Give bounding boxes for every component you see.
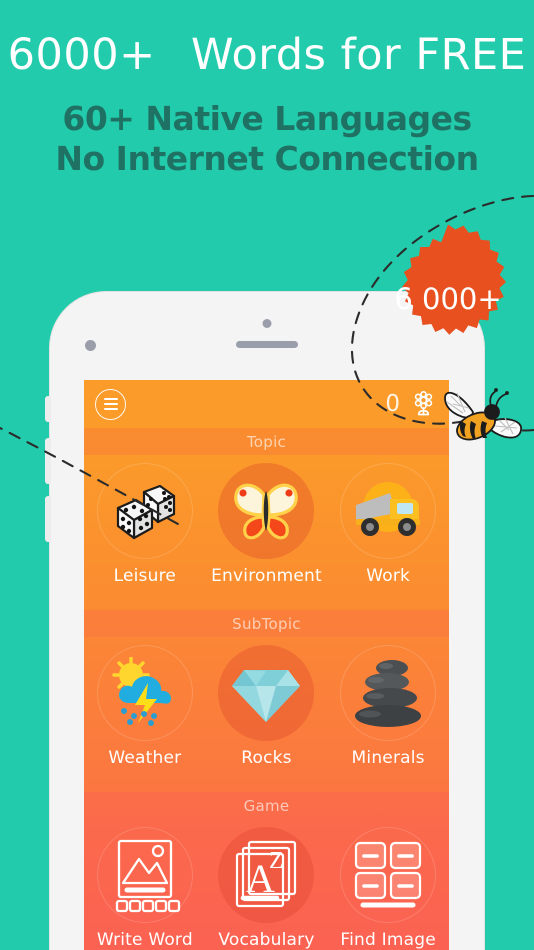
grid-item-label: Weather	[108, 748, 182, 768]
diamond-icon	[232, 670, 301, 722]
score-counter: 0	[385, 390, 400, 417]
grid-item-environment[interactable]: Environment	[210, 463, 322, 586]
hamburger-menu-icon[interactable]	[95, 388, 126, 420]
topic-row: Leisure Environment Work	[84, 455, 449, 610]
butterfly-icon	[234, 483, 299, 540]
grid-item-find-image[interactable]: Find Image	[332, 827, 444, 950]
grid-item-weather[interactable]: Weather	[89, 645, 201, 768]
phone-silent-switch[interactable]	[45, 396, 51, 422]
grid-item-vocabulary[interactable]: A Z Vocabulary	[210, 827, 322, 950]
subtopic-row: Weather Rocks Minerals	[84, 637, 449, 792]
phone-mockup: 0 Topic Leisure Environment Work SubTopi…	[45, 292, 484, 950]
section-header-subtopic: SubTopic	[84, 610, 449, 637]
promo-screenshot: 6000+ Words for FREE 60+ Native Language…	[0, 0, 534, 950]
speaker-slot-icon	[236, 341, 298, 348]
stacked-stones-icon	[355, 660, 422, 727]
bee-icon	[444, 388, 522, 441]
work-disc[interactable]	[340, 463, 437, 559]
promo-line-1-rest: Words for FREE	[190, 30, 527, 80]
az-cards-icon: A Z	[236, 840, 297, 908]
sensor-dot-icon	[85, 340, 96, 351]
grid-item-label: Vocabulary	[218, 930, 315, 950]
promo-headline: 6000+ Words for FREE 60+ Native Language…	[0, 34, 534, 178]
promo-line-1-number: 6000+	[7, 30, 156, 80]
rocks-disc[interactable]	[218, 645, 315, 741]
leisure-disc[interactable]	[96, 463, 193, 559]
game-row: Write Word A Z Vocabulary Find Image	[84, 819, 449, 950]
find-image-icon	[355, 841, 422, 908]
grid-item-label: Leisure	[113, 566, 177, 586]
grid-item-minerals[interactable]: Minerals	[332, 645, 444, 768]
grid-item-label: Write Word	[96, 930, 193, 950]
promo-line-2: 60+ Native Languages	[62, 99, 472, 138]
grid-item-work[interactable]: Work	[332, 463, 444, 586]
grid-item-leisure[interactable]: Leisure	[89, 463, 201, 586]
section-header-game: Game	[84, 792, 449, 819]
phone-volume-down-button[interactable]	[45, 496, 51, 542]
grid-item-label: Rocks	[241, 748, 292, 768]
promo-line-1: 6000+ Words for FREE	[0, 34, 534, 77]
phone-screen: 0 Topic Leisure Environment Work SubTopi…	[84, 380, 449, 950]
minerals-disc[interactable]	[340, 645, 437, 741]
vocabulary-disc[interactable]: A Z	[218, 827, 315, 923]
storm-cloud-icon	[112, 657, 171, 726]
app-topbar: 0	[84, 380, 449, 428]
weather-disc[interactable]	[96, 645, 193, 741]
find-image-disc[interactable]	[340, 827, 437, 923]
section-header-topic: Topic	[84, 428, 449, 455]
badge-label: 6 000+	[394, 282, 502, 316]
grid-item-label: Environment	[211, 566, 322, 586]
promo-line-3: No Internet Connection	[55, 138, 479, 178]
write-word-disc[interactable]	[96, 827, 193, 923]
environment-disc[interactable]	[218, 463, 315, 559]
dump-truck-icon	[356, 482, 421, 536]
grid-item-label: Find Image	[340, 930, 436, 950]
topbar-right-group: 0	[385, 390, 436, 418]
grid-item-rocks[interactable]: Rocks	[210, 645, 322, 768]
dice-icon	[116, 484, 175, 540]
write-word-icon	[115, 839, 180, 913]
grid-item-write-word[interactable]: Write Word	[89, 827, 201, 950]
svg-text:Z: Z	[269, 848, 284, 874]
flower-icon[interactable]	[411, 390, 436, 418]
word-count-badge: 6 000+	[370, 222, 526, 378]
grid-item-label: Minerals	[351, 748, 425, 768]
camera-dot-icon	[262, 319, 272, 328]
phone-volume-up-button[interactable]	[45, 438, 51, 484]
grid-item-label: Work	[366, 566, 411, 586]
